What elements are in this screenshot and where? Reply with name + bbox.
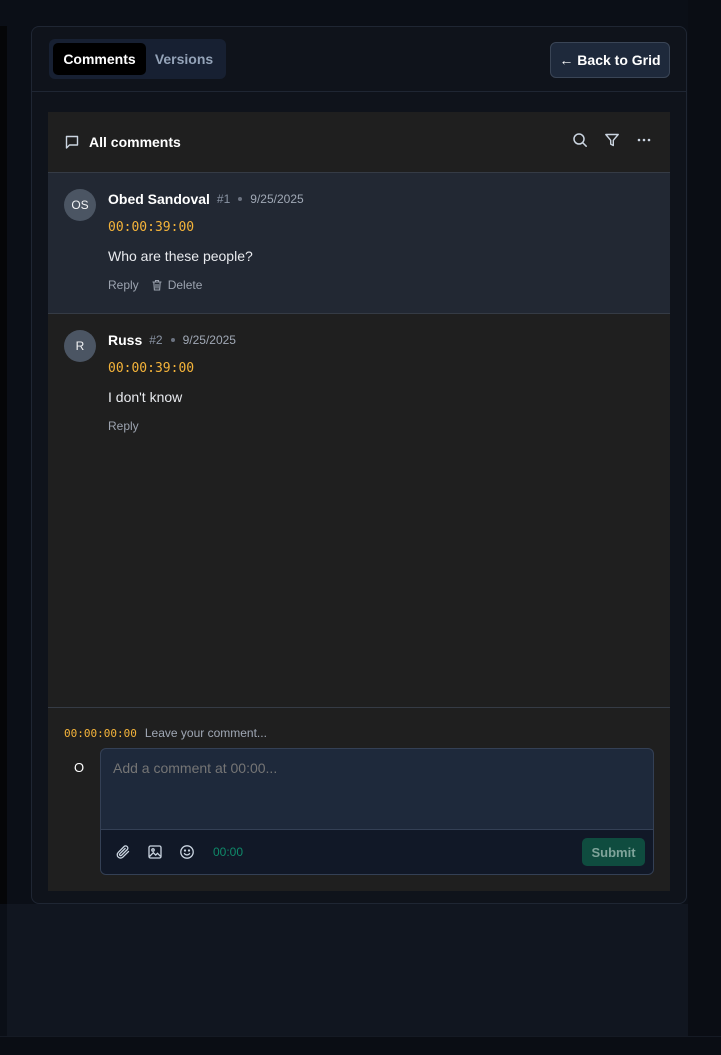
tab-comments[interactable]: Comments [53,43,146,75]
panel-header: Comments Versions ← Back to Grid [32,27,686,92]
composer-toolbar: 00:00 Submit [101,829,653,874]
composer-hint: Leave your comment... [144,726,267,740]
trash-icon [151,279,163,291]
comment-timecode[interactable]: 00:00:39:00 [108,220,654,236]
reply-button[interactable]: Reply [108,278,139,292]
image-icon[interactable] [147,844,163,860]
comment-text: Who are these people? [108,248,253,264]
background-left-strip [0,26,7,904]
comments-box-header: All comments [48,112,670,173]
more-icon[interactable] [636,132,652,148]
filter-icon[interactable] [604,132,620,148]
reply-button[interactable]: Reply [108,419,139,433]
composer-timecode: 00:00:00:00 [64,726,137,740]
emoji-icon[interactable] [179,844,195,860]
background-lower-area [7,904,688,1036]
delete-button[interactable]: Delete [151,278,203,292]
comments-side-panel: Comments Versions ← Back to Grid All com… [31,26,687,904]
avatar: R [64,330,96,362]
comment-icon [64,134,80,150]
delete-label: Delete [167,278,203,292]
background-bottom-bar [0,1036,721,1055]
search-icon[interactable] [572,132,588,148]
comment-input-box: 00:00 Submit [100,748,654,875]
comment-date: 9/25/2025 [250,192,304,206]
comment-number: #1 [216,192,231,206]
tab-versions[interactable]: Versions [146,43,222,75]
comment-item: OS Obed Sandoval #1 9/25/2025 00:00:39:0… [48,173,670,314]
comment-meta: Obed Sandoval #1 9/25/2025 [108,188,654,210]
comment-author: Obed Sandoval [108,191,210,207]
separator-dot [238,197,243,201]
back-to-grid-button[interactable]: ← Back to Grid [550,42,670,78]
comment-input[interactable] [101,749,653,830]
submit-button[interactable]: Submit [582,838,645,866]
comments-box: All comments OS Obed Sandoval #1 9/25/20… [48,112,670,891]
composer-info: 00:00:00:00 Leave your comment... [64,726,267,740]
comment-date: 9/25/2025 [182,333,236,347]
tab-bar: Comments Versions [49,39,226,79]
avatar: OS [64,189,96,221]
comment-author: Russ [108,332,143,348]
paperclip-icon[interactable] [115,844,131,860]
comments-header-actions [572,132,652,148]
comment-composer: 00:00:00:00 Leave your comment... O 00: [48,707,670,891]
background-right-strip [688,0,721,1036]
avatar: O [74,760,85,775]
comment-actions: Reply [108,419,654,433]
composer-time-label: 00:00 [213,845,244,859]
separator-dot [170,338,175,342]
comment-text: I don't know [108,389,183,405]
comment-number: #2 [149,333,163,347]
comment-item: R Russ #2 9/25/2025 00:00:39:00 I don't … [48,314,670,444]
comment-actions: Reply Delete [108,278,654,292]
comments-title: All comments [89,134,181,150]
comment-timecode[interactable]: 00:00:39:00 [108,361,654,377]
comment-meta: Russ #2 9/25/2025 [108,329,654,351]
